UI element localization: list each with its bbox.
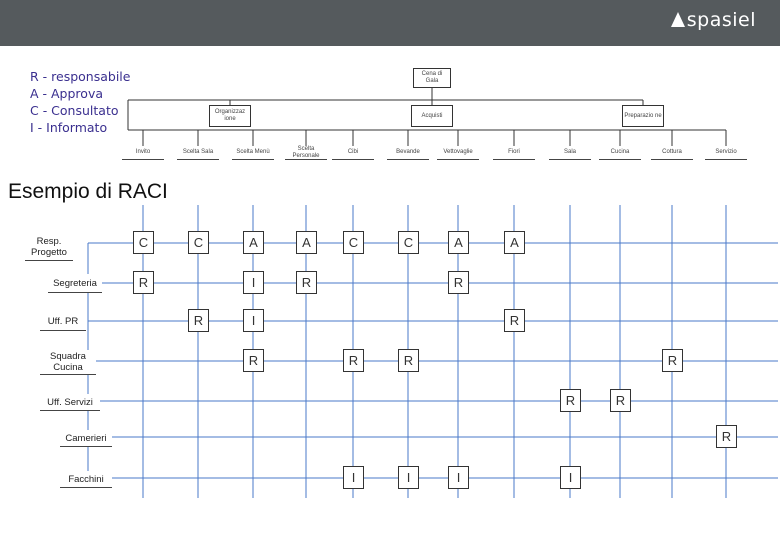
raci-cell: R [504,309,525,332]
task-t9: Sala [549,146,591,160]
role-6: Facchini [60,471,112,488]
raci-cell: R [560,389,581,412]
raci-cell: R [243,349,264,372]
raci-cell: R [133,271,154,294]
raci-cell: I [343,466,364,489]
task-t10: Cucina [599,146,641,160]
task-t8: Fiori [493,146,535,160]
raci-cell: I [243,271,264,294]
org-node-org: Organizzaz ione [209,105,251,127]
role-4: Uff. Servizi [40,394,100,411]
org-root-node: Cena di Gala [413,68,451,88]
raci-cell: R [610,389,631,412]
raci-cell: I [243,309,264,332]
raci-cell: A [448,231,469,254]
task-t2: Scelta Sala [177,146,219,160]
org-node-acq: Acquisti [411,105,453,127]
task-t6: Bevande [387,146,429,160]
task-t12: Servizio [705,146,747,160]
role-0: Resp. Progetto [25,234,73,261]
role-5: Camerieri [60,430,112,447]
diagram-lines [87,88,778,498]
raci-cell: R [716,425,737,448]
org-node-prep: Preparazio ne [622,105,664,127]
task-t7: Vettovaglie [437,146,479,160]
raci-cell: I [448,466,469,489]
task-t3: Scelta Menù [232,146,274,160]
raci-cell: R [398,349,419,372]
raci-cell: I [560,466,581,489]
raci-cell: A [243,231,264,254]
raci-cell: C [133,231,154,254]
raci-cell: R [662,349,683,372]
raci-cell: C [343,231,364,254]
raci-cell: R [343,349,364,372]
raci-cell: R [448,271,469,294]
raci-cell: A [504,231,525,254]
section-title: Esempio di RACI [8,180,168,203]
raci-cell: A [296,231,317,254]
raci-cell: I [398,466,419,489]
task-t5: Cibi [332,146,374,160]
role-2: Uff. PR [40,312,86,331]
raci-cell: R [296,271,317,294]
task-t4: Scelta Personale [285,146,327,160]
task-t1: Invito [122,146,164,160]
role-3: Squadra Cucina [40,350,96,375]
raci-cell: C [398,231,419,254]
raci-cell: C [188,231,209,254]
role-1: Segreteria [48,274,102,293]
raci-cell: R [188,309,209,332]
task-t11: Cottura [651,146,693,160]
